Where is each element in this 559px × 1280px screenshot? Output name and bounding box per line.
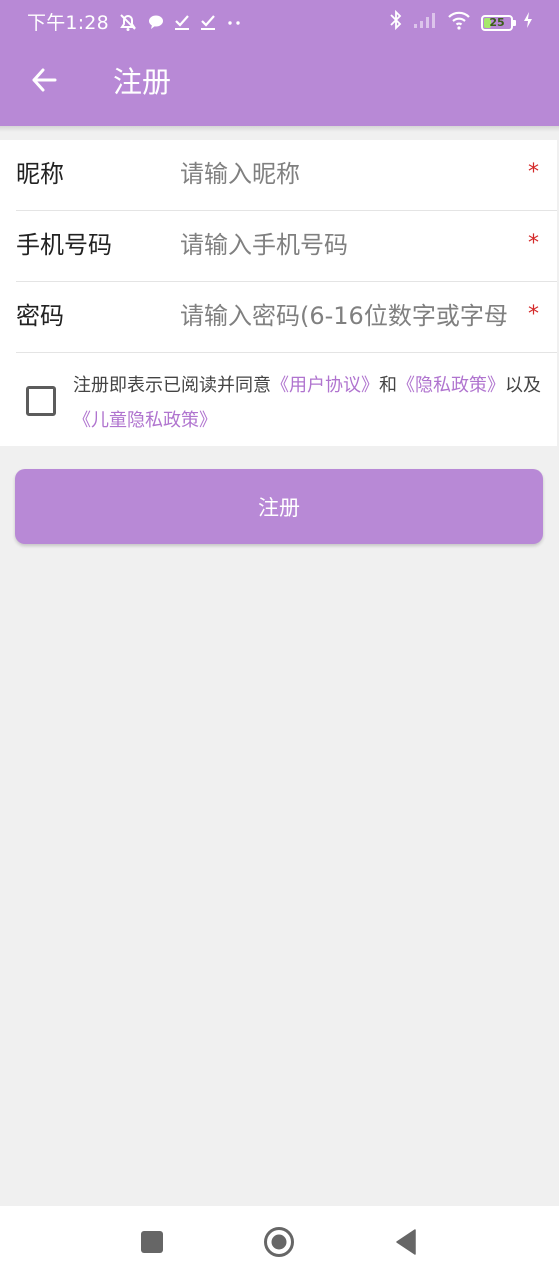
signal-icon [413,11,437,34]
agreement-and: 和 [379,375,397,396]
agreement-also: 以及 [505,375,541,396]
user-agreement-link[interactable]: 《用户协议》 [271,375,379,396]
app-bar: 注册 [0,42,559,126]
phone-row: 手机号码 * [16,211,557,282]
home-button[interactable] [261,1226,297,1262]
charging-icon [523,11,533,34]
agreement-prefix: 注册即表示已阅读并同意 [73,375,271,396]
status-right: 25 [389,9,533,36]
battery-level: 25 [489,15,505,29]
password-input[interactable] [178,296,530,336]
register-button[interactable]: 注册 [15,469,543,544]
alarm-off-icon [117,11,139,33]
required-mark: * [528,302,539,327]
register-form: 昵称 * 手机号码 * 密码 * 注册即表示已阅读并同意《用户协议》和《隐私政策… [0,140,557,446]
back-triangle-icon [394,1229,418,1259]
check-icon [199,13,217,31]
app-header-background: 下午1:28 25 注册 [0,0,559,126]
header-shadow [0,126,559,132]
agreement-text: 注册即表示已阅读并同意《用户协议》和《隐私政策》以及《儿童隐私政策》 [73,368,548,438]
required-mark: * [528,160,539,185]
required-mark: * [528,231,539,256]
child-privacy-policy-link[interactable]: 《儿童隐私政策》 [73,410,217,431]
recents-button[interactable] [134,1226,170,1262]
status-left: 下午1:28 [27,8,243,35]
more-dots-icon [225,13,243,31]
password-row: 密码 * [16,282,557,353]
page-title: 注册 [113,65,172,99]
home-circle-icon [263,1226,295,1262]
password-label: 密码 [16,302,64,330]
nickname-row: 昵称 * [16,140,557,211]
status-time: 下午1:28 [27,12,109,34]
nickname-label: 昵称 [16,160,64,188]
chat-bubble-icon [147,13,165,31]
status-bar: 下午1:28 25 [0,0,559,42]
check-icon [173,13,191,31]
battery-icon: 25 [481,14,516,31]
wifi-icon [447,10,471,35]
phone-label: 手机号码 [16,231,112,259]
agreement-row: 注册即表示已阅读并同意《用户协议》和《隐私政策》以及《儿童隐私政策》 [16,354,546,446]
arrow-left-icon [30,66,58,98]
navigation-bar [0,1206,559,1280]
privacy-policy-link[interactable]: 《隐私政策》 [397,375,505,396]
recents-square-icon [140,1230,164,1258]
nickname-input[interactable] [178,154,530,194]
phone-input[interactable] [178,225,530,265]
system-back-button[interactable] [388,1226,424,1262]
back-button[interactable] [24,62,64,102]
bluetooth-icon [389,9,403,36]
agreement-checkbox[interactable] [26,386,56,416]
